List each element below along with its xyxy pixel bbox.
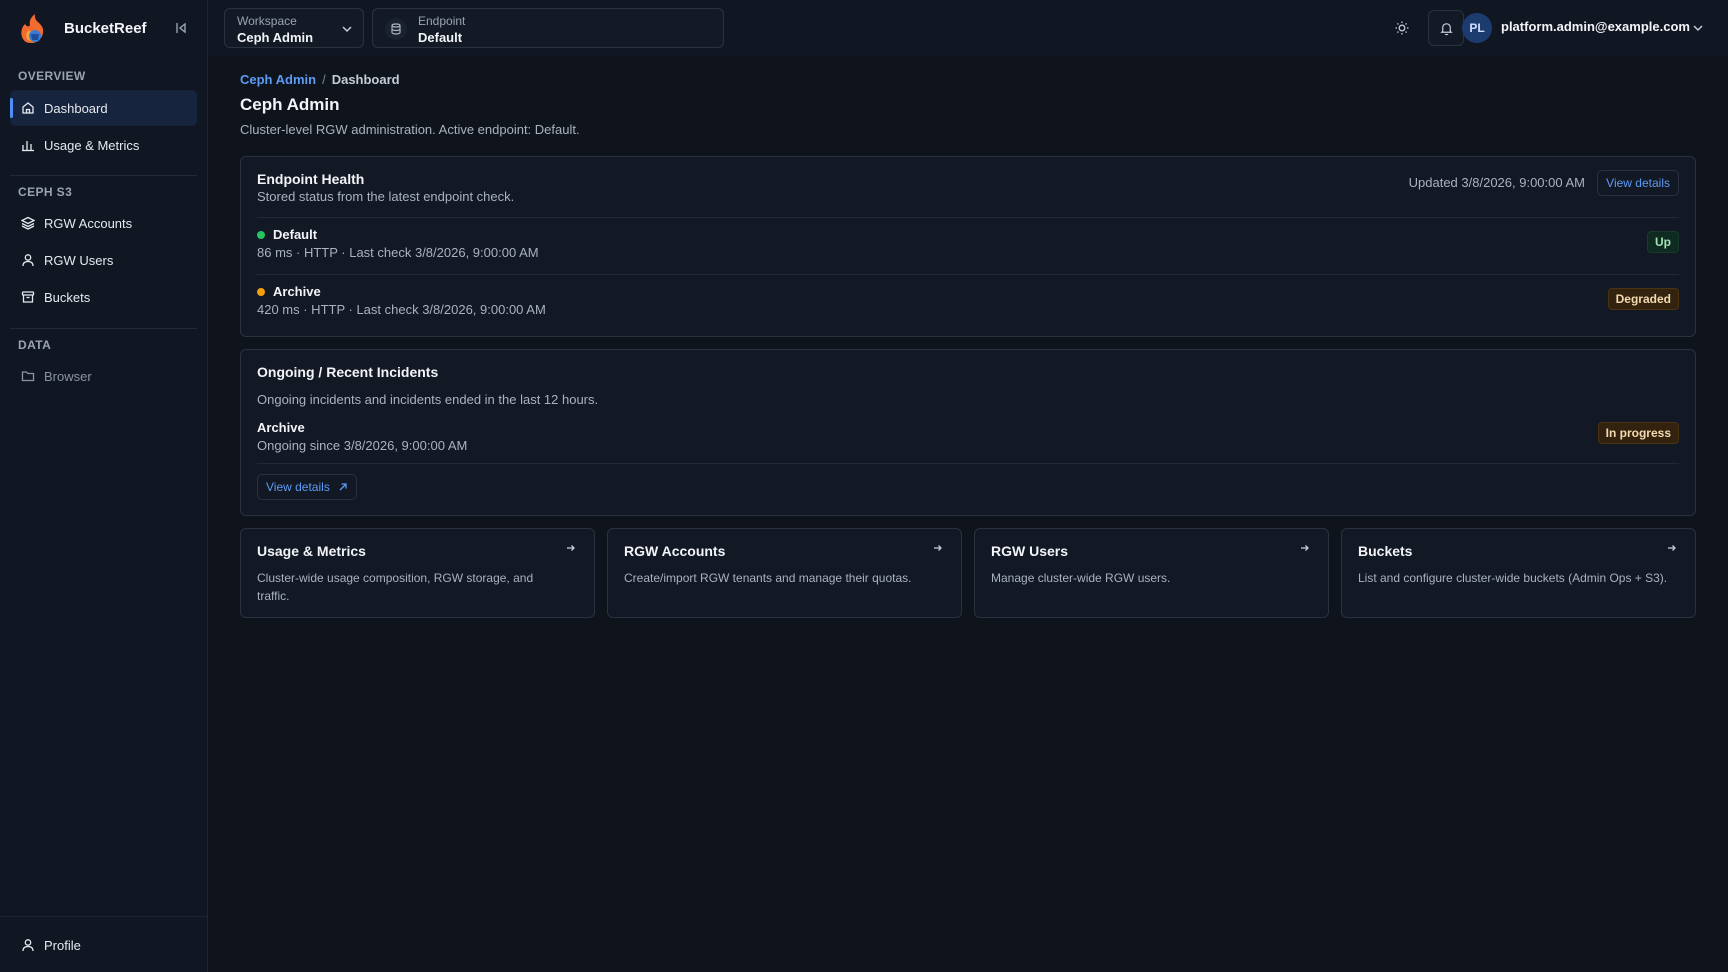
- status-dot-up: [257, 230, 265, 239]
- workspace-selector[interactable]: Workspace Ceph Admin: [224, 8, 364, 48]
- workspace-label: Workspace: [237, 14, 297, 28]
- endpoint-health-card: Endpoint Health Stored status from the l…: [240, 156, 1696, 337]
- tile-rgw-users[interactable]: RGW Users Manage cluster-wide RGW users.: [974, 528, 1329, 618]
- bucketreef-logo-icon: [21, 14, 44, 43]
- breadcrumb: Ceph Admin / Dashboard: [240, 72, 400, 87]
- page-title: Ceph Admin: [240, 95, 340, 114]
- chevron-down-icon: [342, 26, 352, 33]
- view-incident-details-button[interactable]: View details: [257, 474, 357, 500]
- view-details-button[interactable]: View details: [1597, 170, 1679, 196]
- arrow-right-icon: [1301, 545, 1309, 551]
- sidebar-item-label: RGW Accounts: [44, 215, 133, 231]
- endpoint-row-name: Archive: [257, 284, 321, 299]
- page-subtitle: Cluster-level RGW administration. Active…: [240, 122, 580, 137]
- incident-meta: Ongoing since 3/8/2026, 9:00:00 AM: [257, 438, 468, 453]
- app-name: BucketReef: [64, 19, 147, 37]
- user-icon: [22, 254, 34, 267]
- arrow-right-icon: [567, 545, 575, 551]
- sidebar: BucketReef OVERVIEW Dashboard Usage & Me…: [0, 0, 208, 972]
- sidebar-item-buckets[interactable]: Buckets: [10, 279, 197, 315]
- row-divider: [257, 274, 1679, 275]
- card-title: Endpoint Health: [257, 171, 365, 187]
- tile-description: List and configure cluster-wide buckets …: [1358, 571, 1668, 585]
- bucket-icon: [21, 291, 35, 303]
- sidebar-item-usage-metrics[interactable]: Usage & Metrics: [10, 127, 197, 163]
- tile-description: Create/import RGW tenants and manage the…: [624, 571, 912, 585]
- bar-chart-icon: [22, 141, 34, 152]
- endpoint-label: Endpoint: [418, 14, 466, 28]
- sidebar-item-rgw-accounts[interactable]: RGW Accounts: [10, 205, 197, 241]
- tile-title: RGW Accounts: [624, 543, 726, 559]
- sidebar-item-label: Profile: [44, 937, 81, 953]
- brand[interactable]: BucketReef: [18, 10, 190, 46]
- tile-description: Manage cluster-wide RGW users.: [991, 571, 1171, 585]
- sidebar-item-label: Dashboard: [44, 100, 108, 116]
- tile-usage-metrics[interactable]: Usage & Metrics Cluster-wide usage compo…: [240, 528, 595, 618]
- endpoint-name: Archive: [273, 284, 321, 299]
- database-icon: [385, 18, 407, 40]
- endpoint-name: Default: [273, 227, 318, 242]
- arrow-right-icon: [1668, 545, 1676, 551]
- tile-title: Buckets: [1358, 543, 1413, 559]
- breadcrumb-link[interactable]: Ceph Admin: [240, 72, 316, 87]
- sidebar-divider: [10, 328, 197, 329]
- sun-icon: [1395, 21, 1409, 35]
- theme-toggle-button[interactable]: [1384, 10, 1420, 46]
- arrow-right-icon: [934, 545, 942, 551]
- card-subtitle: Ongoing incidents and incidents ended in…: [257, 392, 599, 407]
- card-title: Ongoing / Recent Incidents: [257, 364, 439, 380]
- incident-name: Archive: [257, 420, 305, 435]
- endpoint-meta: 420 ms · HTTP · Last check 3/8/2026, 9:0…: [257, 302, 546, 317]
- sidebar-divider: [10, 175, 197, 176]
- endpoint-row-name: Default: [257, 227, 317, 242]
- workspace-value: Ceph Admin: [237, 30, 314, 45]
- sidebar-item-label: Browser: [44, 368, 92, 384]
- collapse-sidebar-icon[interactable]: [172, 19, 190, 37]
- updated-timestamp: Updated 3/8/2026, 9:00:00 AM: [1408, 175, 1585, 190]
- status-badge: Degraded: [1607, 288, 1679, 310]
- folder-icon: [21, 371, 35, 382]
- sidebar-item-label: Usage & Metrics: [44, 137, 140, 153]
- endpoint-selector[interactable]: Endpoint Default: [372, 8, 724, 48]
- status-badge: In progress: [1597, 422, 1679, 444]
- tile-description: Cluster-wide usage composition, RGW stor…: [257, 571, 534, 603]
- user-email[interactable]: platform.admin@example.com: [1501, 19, 1690, 34]
- sidebar-item-dashboard[interactable]: Dashboard: [10, 90, 197, 126]
- endpoint-value: Default: [418, 30, 463, 45]
- breadcrumb-separator: /: [322, 72, 326, 87]
- sidebar-item-profile[interactable]: Profile: [10, 927, 197, 963]
- sidebar-footer: Profile: [0, 916, 207, 972]
- section-label-ceph-s3: CEPH S3: [18, 185, 73, 199]
- topbar: Workspace Ceph Admin Endpoint Default PL…: [208, 0, 1728, 56]
- external-arrow-icon: [339, 483, 347, 491]
- sidebar-item-label: Buckets: [44, 289, 91, 305]
- tile-rgw-accounts[interactable]: RGW Accounts Create/import RGW tenants a…: [607, 528, 962, 618]
- section-label-overview: OVERVIEW: [18, 69, 86, 83]
- section-label-data: DATA: [18, 338, 52, 352]
- button-label: View details: [266, 480, 330, 494]
- layers-icon: [21, 216, 35, 230]
- card-subtitle: Stored status from the latest endpoint c…: [257, 189, 515, 204]
- sidebar-item-rgw-users[interactable]: RGW Users: [10, 242, 197, 278]
- avatar[interactable]: PL: [1462, 13, 1492, 43]
- tile-buckets[interactable]: Buckets List and configure cluster-wide …: [1341, 528, 1696, 618]
- endpoint-meta: 86 ms · HTTP · Last check 3/8/2026, 9:00…: [257, 245, 539, 260]
- bell-icon: [1439, 22, 1453, 35]
- tile-title: Usage & Metrics: [257, 543, 366, 559]
- sidebar-item-label: RGW Users: [44, 252, 114, 268]
- user-icon: [22, 939, 34, 952]
- status-dot-degraded: [257, 287, 265, 296]
- sidebar-item-browser[interactable]: Browser: [10, 358, 197, 394]
- notifications-button[interactable]: [1428, 10, 1464, 46]
- home-icon: [22, 102, 34, 114]
- chevron-down-icon[interactable]: [1692, 22, 1704, 34]
- row-divider: [257, 463, 1679, 464]
- tile-title: RGW Users: [991, 543, 1069, 559]
- status-badge: Up: [1647, 231, 1679, 253]
- breadcrumb-current: Dashboard: [331, 72, 400, 87]
- incidents-card: Ongoing / Recent Incidents Ongoing incid…: [240, 349, 1696, 516]
- row-divider: [257, 217, 1679, 218]
